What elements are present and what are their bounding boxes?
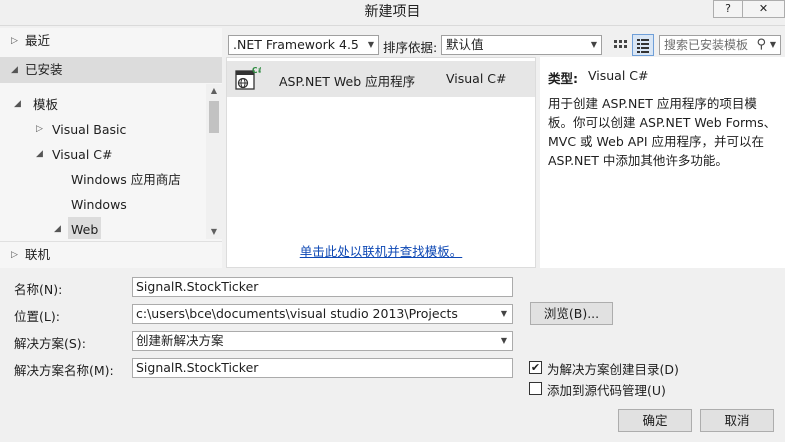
dropdown-icon: ▼ [769, 40, 776, 49]
nav-online[interactable]: ▷ 联机 [0, 241, 222, 267]
close-button[interactable]: ✕ [742, 0, 785, 18]
create-directory-label: 为解决方案创建目录(D) [547, 362, 679, 377]
tree-expanded-icon: ◢ [36, 149, 43, 159]
ok-button[interactable]: 确定 [618, 409, 692, 432]
search-input[interactable]: 搜索已安装模板 ⚲ ▼ [659, 35, 781, 55]
create-directory-checkbox[interactable]: ✔ [529, 361, 542, 374]
nav-visual-csharp[interactable]: ◢ Visual C# [0, 142, 222, 167]
template-description: 用于创建 ASP.NET 应用程序的项目模板。你可以创建 ASP.NET Web… [548, 96, 777, 168]
name-label: 名称(N): [14, 282, 63, 297]
nav-windows-store[interactable]: Windows 应用商店 [0, 167, 222, 192]
framework-select[interactable]: .NET Framework 4.5 ▼ [228, 35, 379, 55]
window-title: 新建项目 [364, 4, 421, 20]
dropdown-icon: ▼ [367, 40, 374, 49]
source-control-label: 添加到源代码管理(U) [547, 383, 666, 398]
tree-expanded-icon: ◢ [14, 99, 21, 109]
sort-label: 排序依据: [383, 40, 438, 55]
nav-templates[interactable]: ◢ 模板 [0, 92, 222, 117]
help-button[interactable]: ? [713, 0, 743, 18]
solution-select[interactable]: 创建新解决方案 ▼ [132, 331, 513, 351]
tree-expanded-icon: ◢ [54, 224, 61, 234]
scroll-up-icon[interactable]: ▲ [206, 84, 222, 98]
nav-recent[interactable]: ▷ 最近 [0, 28, 222, 54]
browse-button[interactable]: 浏览(B)... [530, 302, 613, 325]
tree-collapsed-icon: ▷ [11, 250, 18, 260]
csharp-web-project-icon: C# [235, 66, 264, 93]
search-icon: ⚲ [756, 37, 766, 52]
cancel-button[interactable]: 取消 [700, 409, 774, 432]
solution-label: 解决方案(S): [14, 336, 86, 351]
nav-visual-basic[interactable]: ▷ Visual Basic [0, 117, 222, 142]
tree-collapsed-icon: ▷ [11, 36, 18, 46]
name-input[interactable]: SignalR.StockTicker [132, 277, 513, 297]
tree-collapsed-icon: ▷ [36, 124, 43, 134]
source-control-checkbox[interactable] [529, 382, 542, 395]
small-icons-view-icon[interactable] [610, 35, 630, 55]
nav-web-row[interactable]: ◢ Web [0, 217, 206, 239]
dropdown-icon[interactable]: ▼ [501, 332, 507, 350]
tree-expanded-icon: ◢ [11, 65, 18, 75]
location-input[interactable]: c:\users\bce\documents\visual studio 201… [132, 304, 513, 324]
sort-select[interactable]: 默认值 ▼ [441, 35, 602, 55]
nav-web[interactable]: Web [68, 217, 102, 239]
dropdown-icon[interactable]: ▼ [501, 305, 507, 323]
svg-text:C#: C# [252, 66, 261, 75]
scroll-down-icon[interactable]: ▼ [206, 225, 222, 239]
dropdown-icon: ▼ [590, 40, 597, 49]
list-view-icon[interactable] [632, 34, 654, 56]
template-language: Visual C# [446, 71, 507, 86]
solution-name-label: 解决方案名称(M): [14, 363, 114, 378]
nav-windows[interactable]: Windows [0, 192, 222, 217]
template-name: ASP.NET Web 应用程序 [279, 74, 416, 89]
scroll-thumb[interactable] [209, 101, 219, 133]
online-templates-link[interactable]: 单击此处以联机并查找模板。 [226, 241, 536, 260]
nav-installed[interactable]: ◢ 已安装 [0, 57, 222, 83]
type-label: 类型: [548, 71, 578, 86]
location-label: 位置(L): [14, 309, 60, 324]
template-tree: ◢ 模板 ▷ Visual Basic ◢ Visual C# Windows … [0, 84, 222, 239]
type-value: Visual C# [588, 68, 649, 83]
solution-name-input[interactable]: SignalR.StockTicker [132, 358, 513, 378]
